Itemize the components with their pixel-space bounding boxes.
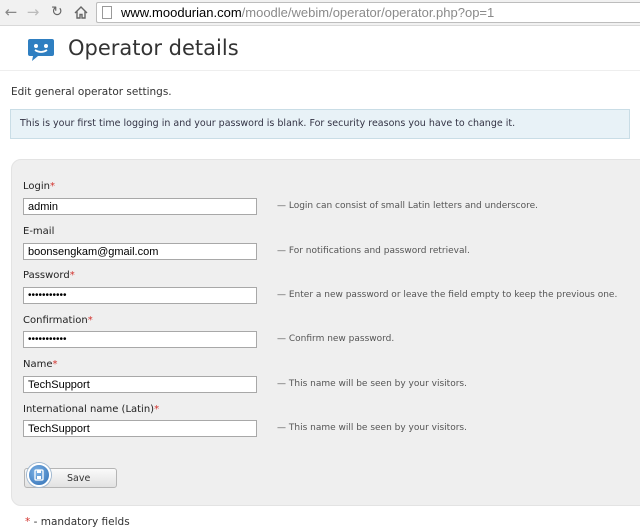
page-title: Operator details	[68, 36, 239, 60]
name-label-text: Name	[23, 359, 53, 370]
mandatory-fields-text: - mandatory fields	[30, 516, 130, 528]
name-input[interactable]	[23, 376, 257, 393]
reload-icon[interactable]: ↻	[48, 3, 66, 21]
required-star: *	[154, 404, 160, 415]
url-text: www.moodurian.com/moodle/webim/operator/…	[121, 5, 494, 21]
intro-text: Edit general operator settings.	[11, 86, 172, 98]
name-label: Name*	[23, 359, 58, 370]
address-bar[interactable]: www.moodurian.com/moodle/webim/operator/…	[96, 2, 640, 23]
required-star: *	[52, 359, 58, 370]
email-label: E-mail	[23, 226, 54, 237]
password-input[interactable]	[23, 287, 257, 304]
confirmation-input[interactable]	[23, 331, 257, 348]
confirmation-label: Confirmation*	[23, 315, 93, 326]
international-name-input[interactable]	[23, 420, 257, 437]
url-domain: www.moodurian.com	[121, 5, 242, 20]
chat-bubble-icon	[28, 39, 54, 61]
save-button-label: Save	[67, 473, 91, 484]
required-star: *	[69, 270, 75, 281]
name-hint: — This name will be seen by your visitor…	[277, 379, 467, 389]
forward-arrow-icon[interactable]: →	[24, 3, 42, 21]
international-name-label-text: International name (Latin)	[23, 404, 155, 415]
confirmation-hint: — Confirm new password.	[277, 334, 395, 344]
login-hint: — Login can consist of small Latin lette…	[277, 201, 539, 211]
home-icon[interactable]	[72, 3, 90, 21]
url-path: /moodle/webim/operator/operator.php?op=1	[241, 5, 495, 20]
back-arrow-icon[interactable]: ←	[2, 3, 20, 21]
login-input[interactable]	[23, 198, 257, 215]
required-star: *	[49, 181, 55, 192]
save-disk-icon	[27, 463, 51, 487]
save-button[interactable]: Save	[24, 463, 117, 488]
browser-toolbar: ← → ↻ www.moodurian.com/moodle/webim/ope…	[0, 0, 640, 26]
header-divider	[0, 70, 640, 71]
password-label-text: Password	[23, 270, 70, 281]
login-label-text: Login	[23, 181, 50, 192]
password-label: Password*	[23, 270, 75, 281]
international-name-hint: — This name will be seen by your visitor…	[277, 423, 467, 433]
password-hint: — Enter a new password or leave the fiel…	[277, 290, 618, 300]
info-notice: This is your first time logging in and y…	[10, 109, 630, 139]
email-label-text: E-mail	[23, 226, 55, 237]
email-input[interactable]	[23, 243, 257, 260]
notice-text: This is your first time logging in and y…	[20, 118, 516, 129]
page-icon	[102, 6, 112, 19]
mandatory-fields-note: * - mandatory fields	[25, 516, 130, 528]
international-name-label: International name (Latin)*	[23, 404, 159, 415]
email-hint: — For notifications and password retriev…	[277, 246, 470, 256]
required-star: *	[87, 315, 93, 326]
login-label: Login*	[23, 181, 55, 192]
confirmation-label-text: Confirmation	[23, 315, 88, 326]
